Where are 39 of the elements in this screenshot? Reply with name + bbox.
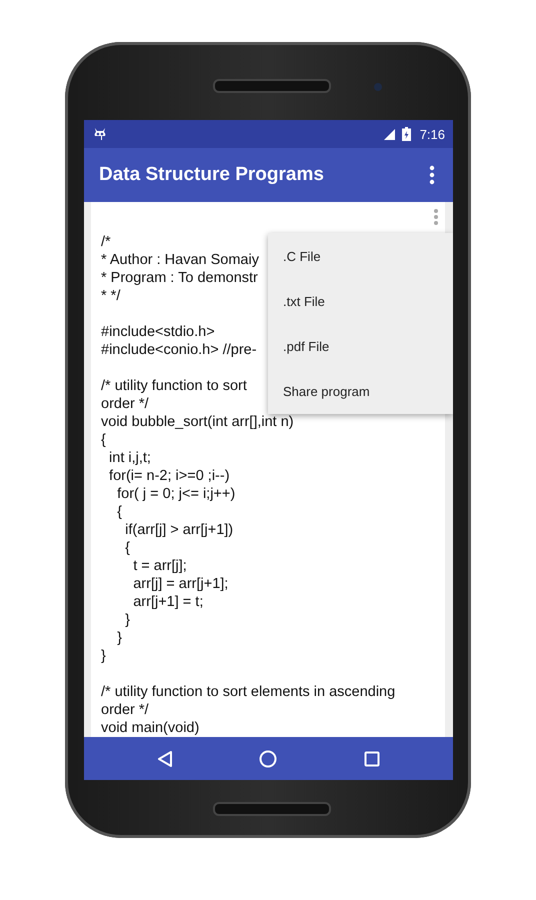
code-line: * Author : Havan Somaiy <box>101 251 259 269</box>
menu-item[interactable]: Share program <box>268 369 453 414</box>
code-line: * Program : To demonstr <box>101 269 258 287</box>
menu-item[interactable]: .pdf File <box>268 324 453 369</box>
menu-item[interactable]: .C File <box>268 234 453 279</box>
overflow-menu-icon[interactable] <box>429 165 435 185</box>
code-line: int i,j,t; <box>108 449 151 467</box>
code-line: /* utility function to sort <box>101 377 247 395</box>
code-line: { <box>124 539 130 557</box>
code-line: /* utility function to sort elements in ascending <box>101 683 396 701</box>
camera-icon <box>374 83 382 91</box>
home-icon[interactable] <box>259 750 278 768</box>
battery-icon <box>402 127 411 141</box>
recent-apps-icon[interactable] <box>364 750 380 766</box>
menu-item[interactable]: .txt File <box>268 279 453 324</box>
code-line: order */ <box>101 395 149 413</box>
code-line: order */ <box>101 701 149 719</box>
code-line: /* <box>101 233 111 251</box>
clock-time: 7:16 <box>420 126 445 142</box>
signal-icon <box>382 127 397 141</box>
code-line: arr[j+1] = t; <box>132 593 204 611</box>
code-line: if(arr[j] > arr[j+1]) <box>124 521 234 539</box>
code-line: void main(void) <box>101 719 200 737</box>
code-line: for( j = 0; j<= i;j++) <box>116 485 236 503</box>
code-line: for(i= n-2; i>=0 ;i--) <box>108 467 230 485</box>
code-line: #include<stdio.h> <box>101 323 215 341</box>
code-line: } <box>124 611 130 629</box>
code-line: t = arr[j]; <box>132 557 187 575</box>
code-line: void bubble_sort(int arr[],int n) <box>101 413 294 431</box>
code-line: #include<conio.h> //pre- <box>101 341 257 359</box>
app-title: Data Structure Programs <box>99 164 325 186</box>
robot-icon <box>93 127 107 141</box>
code-line: * */ <box>101 287 120 305</box>
back-icon[interactable] <box>157 750 174 768</box>
code-line: } <box>101 647 106 665</box>
code-line: } <box>116 629 122 647</box>
code-line: { <box>101 431 106 449</box>
code-line: { <box>116 503 122 521</box>
code-line: arr[j] = arr[j+1]; <box>132 575 228 593</box>
